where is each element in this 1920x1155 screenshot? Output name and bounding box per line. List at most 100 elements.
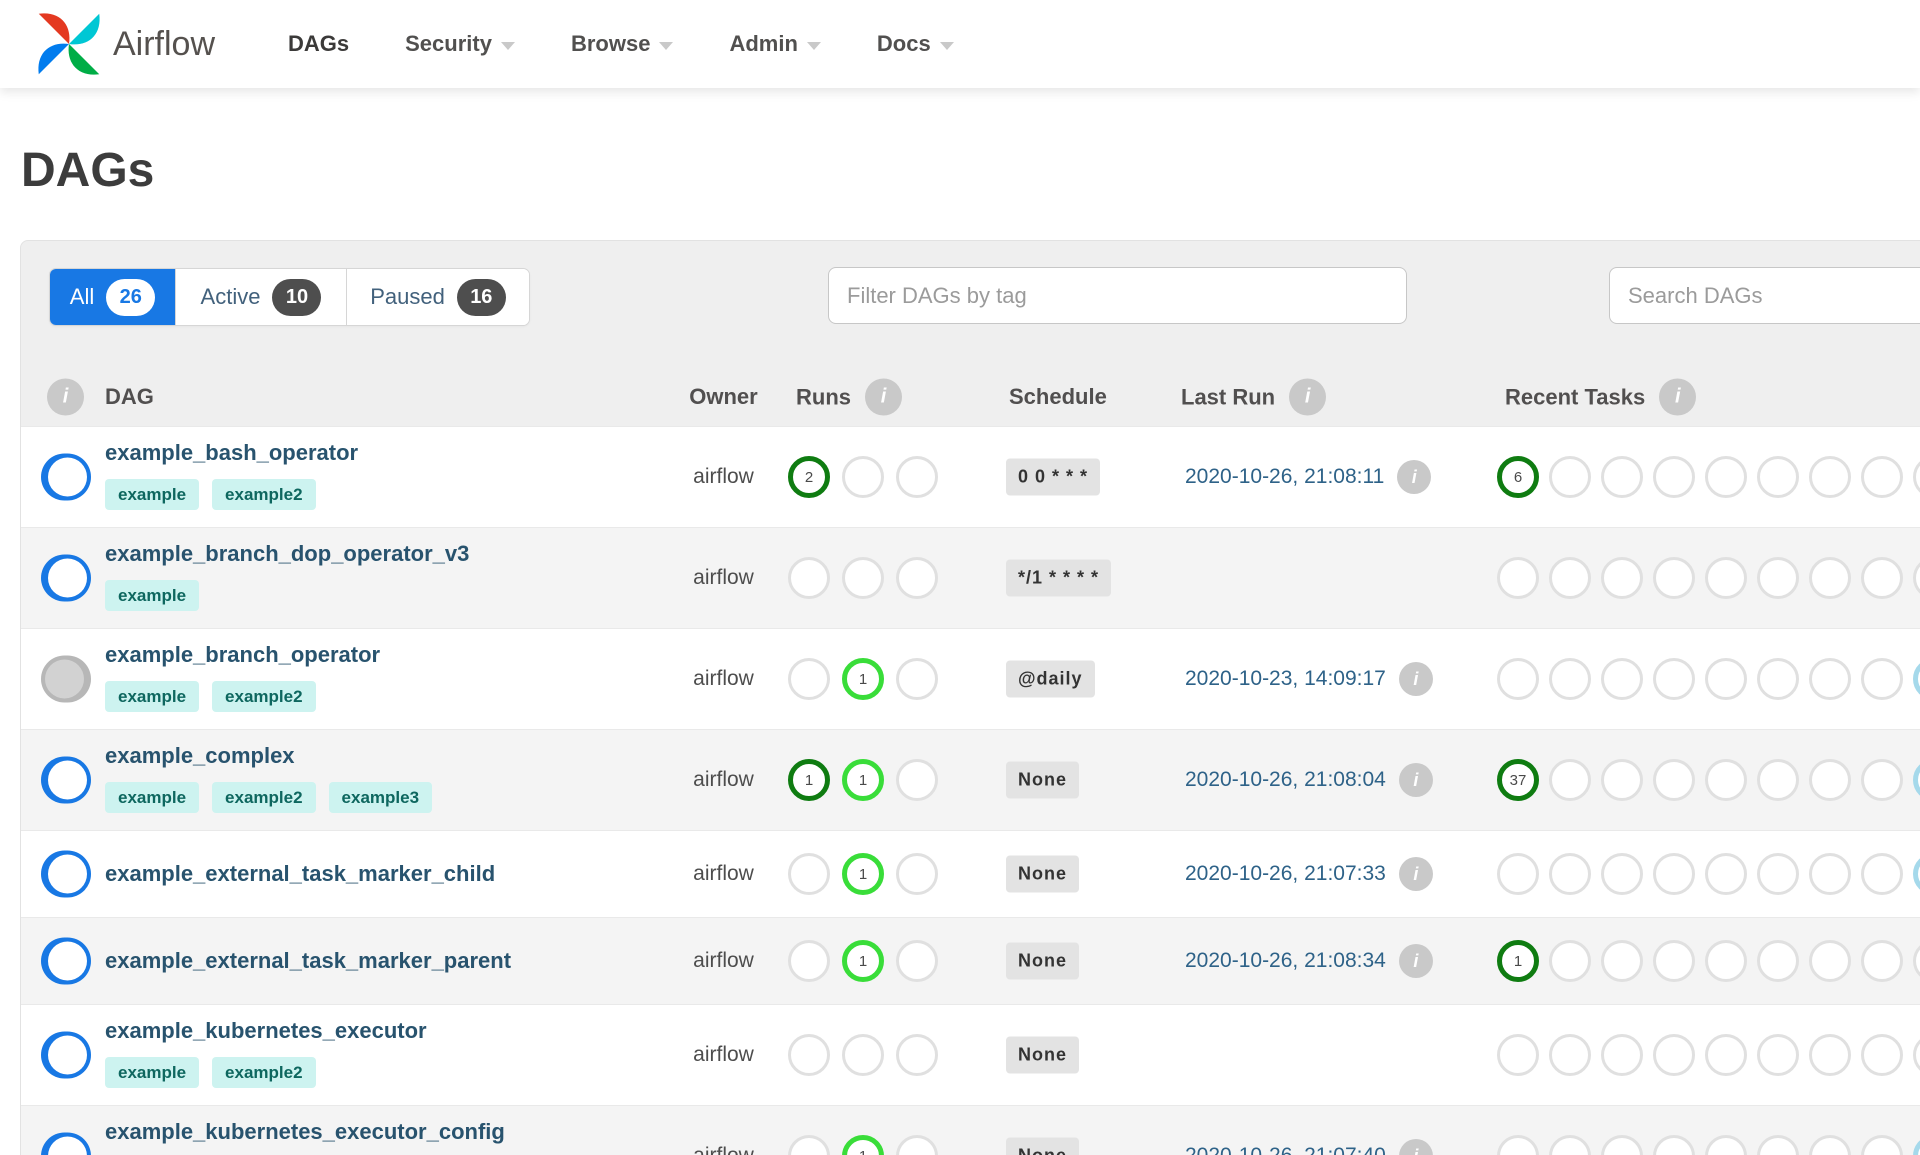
dag-name-link[interactable]: example_bash_operator — [105, 440, 358, 466]
run-status-circle[interactable]: 1 — [842, 853, 884, 895]
recent-task-circle[interactable] — [1601, 557, 1643, 599]
run-status-circle[interactable] — [842, 456, 884, 498]
recent-task-circle[interactable] — [1705, 658, 1747, 700]
recent-task-circle[interactable] — [1809, 1135, 1851, 1155]
recent-task-circle[interactable] — [1809, 1034, 1851, 1076]
dag-tag[interactable]: example2 — [212, 782, 316, 813]
dag-pause-toggle[interactable] — [41, 850, 91, 898]
recent-task-circle[interactable] — [1861, 456, 1903, 498]
recent-task-circle-partial[interactable] — [1913, 456, 1920, 498]
recent-task-circle[interactable] — [1861, 759, 1903, 801]
last-run-link[interactable]: 2020-10-26, 21:08:11 — [1185, 465, 1384, 489]
recent-task-circle[interactable] — [1601, 759, 1643, 801]
run-status-circle[interactable] — [896, 456, 938, 498]
recent-task-circle[interactable] — [1653, 940, 1695, 982]
recent-task-circle-partial[interactable] — [1913, 940, 1920, 982]
dag-tag[interactable]: example — [105, 1057, 200, 1088]
recent-task-circle[interactable] — [1653, 1135, 1695, 1155]
recent-task-circle[interactable] — [1809, 759, 1851, 801]
dag-pause-toggle[interactable] — [41, 655, 91, 703]
last-run-link[interactable]: 2020-10-26, 21:08:34 — [1185, 949, 1386, 973]
dag-tag[interactable]: example — [105, 580, 200, 611]
recent-task-circle[interactable] — [1861, 1034, 1903, 1076]
recent-task-circle[interactable]: 1 — [1497, 940, 1539, 982]
recent-task-circle[interactable] — [1549, 658, 1591, 700]
recent-task-circle[interactable] — [1653, 853, 1695, 895]
dag-tag[interactable]: example2 — [212, 681, 316, 712]
recent-task-circle[interactable]: 37 — [1497, 759, 1539, 801]
recent-task-circle[interactable] — [1549, 759, 1591, 801]
search-dags-input[interactable] — [1609, 267, 1920, 324]
recent-task-circle[interactable] — [1653, 1034, 1695, 1076]
recent-task-circle[interactable] — [1601, 853, 1643, 895]
nav-item-docs[interactable]: Docs — [877, 31, 954, 57]
tab-all[interactable]: All 26 — [50, 269, 176, 325]
dag-pause-toggle[interactable] — [41, 554, 91, 602]
dag-name-link[interactable]: example_branch_dop_operator_v3 — [105, 541, 469, 567]
recent-task-circle[interactable] — [1549, 456, 1591, 498]
recent-task-circle[interactable] — [1705, 940, 1747, 982]
recent-task-circle[interactable] — [1757, 1034, 1799, 1076]
recent-task-circle[interactable] — [1705, 1135, 1747, 1155]
recent-task-circle-partial[interactable] — [1913, 658, 1920, 700]
airflow-brand[interactable]: Airflow — [33, 8, 215, 80]
run-status-circle[interactable] — [896, 658, 938, 700]
dag-tag[interactable]: example3 — [328, 782, 433, 813]
nav-item-browse[interactable]: Browse — [571, 31, 674, 57]
recent-task-circle[interactable] — [1757, 940, 1799, 982]
recent-task-circle[interactable] — [1861, 557, 1903, 599]
nav-item-admin[interactable]: Admin — [729, 31, 821, 57]
recent-task-circle[interactable] — [1757, 658, 1799, 700]
run-status-circle[interactable] — [788, 658, 830, 700]
recent-task-circle[interactable] — [1861, 658, 1903, 700]
recent-task-circle[interactable] — [1705, 853, 1747, 895]
recent-task-circle[interactable] — [1809, 456, 1851, 498]
recent-task-circle[interactable] — [1549, 853, 1591, 895]
recent-task-circle[interactable] — [1549, 1135, 1591, 1155]
dag-pause-toggle[interactable] — [41, 453, 91, 501]
run-status-circle[interactable] — [788, 940, 830, 982]
recent-task-circle-partial[interactable] — [1913, 853, 1920, 895]
recent-task-circle[interactable] — [1497, 853, 1539, 895]
recent-task-circle[interactable] — [1497, 1135, 1539, 1155]
recent-task-circle[interactable] — [1705, 456, 1747, 498]
recent-task-circle[interactable] — [1653, 456, 1695, 498]
dag-tag[interactable]: example — [105, 681, 200, 712]
run-status-circle[interactable] — [896, 759, 938, 801]
filter-by-tag-input[interactable] — [828, 267, 1407, 324]
recent-task-circle[interactable] — [1705, 1034, 1747, 1076]
recent-task-circle[interactable] — [1757, 759, 1799, 801]
recent-task-circle[interactable] — [1601, 1034, 1643, 1076]
recent-task-circle[interactable] — [1809, 658, 1851, 700]
last-run-link[interactable]: 2020-10-26, 21:07:33 — [1185, 862, 1386, 886]
recent-task-circle[interactable] — [1497, 1034, 1539, 1076]
dag-pause-toggle[interactable] — [41, 937, 91, 985]
recent-task-circle[interactable] — [1861, 853, 1903, 895]
run-status-circle[interactable] — [896, 1135, 938, 1155]
dag-name-link[interactable]: example_complex — [105, 743, 295, 769]
recent-task-circle[interactable] — [1757, 853, 1799, 895]
recent-task-circle[interactable] — [1601, 658, 1643, 700]
tab-paused[interactable]: Paused 16 — [347, 269, 529, 325]
recent-task-circle[interactable] — [1809, 853, 1851, 895]
nav-item-dags[interactable]: DAGs — [288, 31, 349, 57]
run-status-circle[interactable] — [788, 557, 830, 599]
dag-tag[interactable]: example — [105, 782, 200, 813]
recent-task-circle[interactable] — [1549, 1034, 1591, 1076]
dag-pause-toggle[interactable] — [41, 1132, 91, 1155]
run-status-circle[interactable]: 1 — [842, 759, 884, 801]
dag-name-link[interactable]: example_kubernetes_executor_config — [105, 1119, 505, 1145]
recent-task-circle[interactable] — [1809, 940, 1851, 982]
dag-pause-toggle[interactable] — [41, 1031, 91, 1079]
recent-task-circle[interactable] — [1653, 557, 1695, 599]
run-status-circle[interactable]: 2 — [788, 456, 830, 498]
recent-task-circle[interactable] — [1653, 658, 1695, 700]
run-status-circle[interactable] — [896, 557, 938, 599]
recent-task-circle[interactable] — [1549, 940, 1591, 982]
run-status-circle[interactable] — [896, 853, 938, 895]
run-status-circle[interactable]: 1 — [788, 759, 830, 801]
recent-task-circle[interactable] — [1705, 557, 1747, 599]
dag-name-link[interactable]: example_kubernetes_executor — [105, 1018, 427, 1044]
dag-tag[interactable]: example2 — [212, 479, 316, 510]
recent-task-circle[interactable] — [1861, 940, 1903, 982]
